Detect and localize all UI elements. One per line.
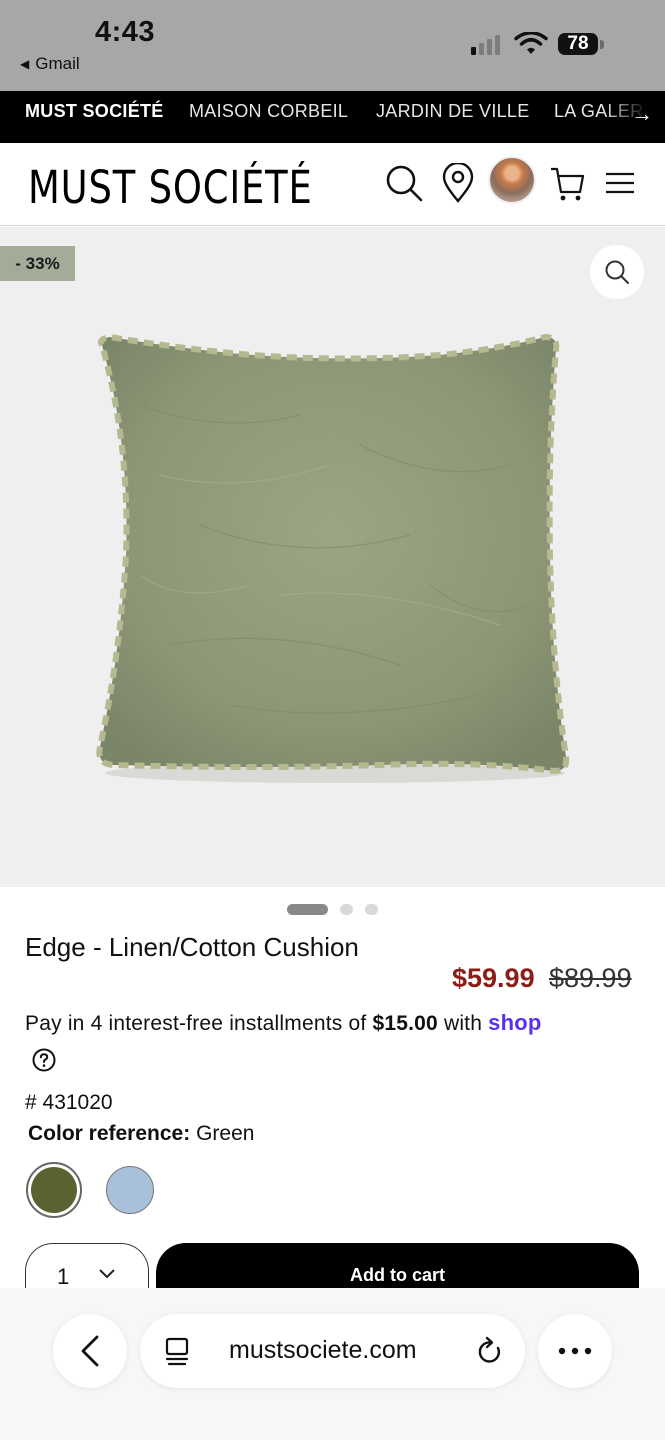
site-logo[interactable]: MUST SOCIÉTÉ: [28, 161, 313, 214]
carousel-dot-1[interactable]: [287, 904, 328, 915]
status-bar: 4:43 ◀ Gmail 78: [0, 0, 665, 91]
carousel-dots: [0, 902, 665, 916]
more-options-button[interactable]: [538, 1314, 612, 1388]
cart-icon[interactable]: [549, 163, 585, 203]
original-price: $89.99: [549, 963, 632, 993]
color-value: Green: [196, 1122, 255, 1145]
product-title: Edge - Linen/Cotton Cushion: [25, 932, 359, 962]
sale-price: $59.99: [452, 963, 535, 993]
arrow-right-icon[interactable]: →: [631, 101, 653, 127]
help-icon[interactable]: [32, 1048, 56, 1072]
brand-tab-jardin-de-ville[interactable]: JARDIN DE VILLE: [376, 101, 530, 122]
search-icon[interactable]: [384, 163, 424, 203]
color-reference: Color reference: Green: [28, 1122, 254, 1146]
swatch-blue[interactable]: [106, 1166, 154, 1214]
tabs-icon[interactable]: [164, 1336, 190, 1366]
brand-nav: MUST SOCIÉTÉ MAISON CORBEIL JARDIN DE VI…: [0, 91, 665, 143]
carousel-dot-2[interactable]: [340, 904, 353, 915]
browser-toolbar: mustsociete.com: [0, 1288, 665, 1440]
location-pin-icon[interactable]: [441, 163, 475, 203]
battery-tip: [600, 40, 604, 49]
back-to-app-link[interactable]: ◀ Gmail: [20, 54, 80, 74]
reload-icon[interactable]: [476, 1336, 504, 1366]
browser-back-button[interactable]: [53, 1314, 127, 1388]
back-triangle-icon: ◀: [20, 57, 30, 71]
zoom-button[interactable]: [590, 245, 644, 299]
avatar[interactable]: [488, 156, 536, 204]
brand-tab-must-societe[interactable]: MUST SOCIÉTÉ: [25, 101, 164, 122]
status-time: 4:43: [95, 16, 156, 48]
product-image: [96, 333, 570, 783]
installments-text: Pay in 4 interest-free installments of $…: [25, 1010, 542, 1036]
carousel-dot-3[interactable]: [365, 904, 378, 915]
discount-badge: - 33%: [0, 246, 75, 281]
wifi-icon: [514, 32, 548, 54]
site-header: MUST SOCIÉTÉ: [0, 143, 665, 226]
installments-prefix: Pay in 4 interest-free installments of: [25, 1012, 367, 1035]
chevron-left-icon: [81, 1335, 99, 1367]
shop-pay-logo[interactable]: shop: [488, 1010, 541, 1035]
swatch-green: [31, 1167, 77, 1213]
battery-icon: 78: [558, 33, 598, 55]
menu-icon[interactable]: [605, 163, 635, 203]
cellular-signal-icon: [471, 33, 500, 55]
product-sku: # 431020: [25, 1091, 113, 1114]
back-app-label: Gmail: [35, 54, 80, 73]
quantity-value: 1: [57, 1264, 70, 1289]
zoom-icon: [605, 260, 629, 284]
product-gallery[interactable]: - 33%: [0, 227, 665, 887]
color-label: Color reference:: [28, 1122, 191, 1145]
brand-tab-maison-corbeil[interactable]: MAISON CORBEIL: [189, 101, 348, 122]
installments-with: with: [443, 1012, 483, 1035]
installments-amount: $15.00: [372, 1012, 438, 1035]
swatch-green-selected[interactable]: [26, 1162, 82, 1218]
url-text: mustsociete.com: [229, 1336, 417, 1364]
chevron-down-icon: [99, 1269, 115, 1279]
address-bar[interactable]: mustsociete.com: [140, 1314, 525, 1388]
ellipsis-icon: [558, 1347, 592, 1355]
